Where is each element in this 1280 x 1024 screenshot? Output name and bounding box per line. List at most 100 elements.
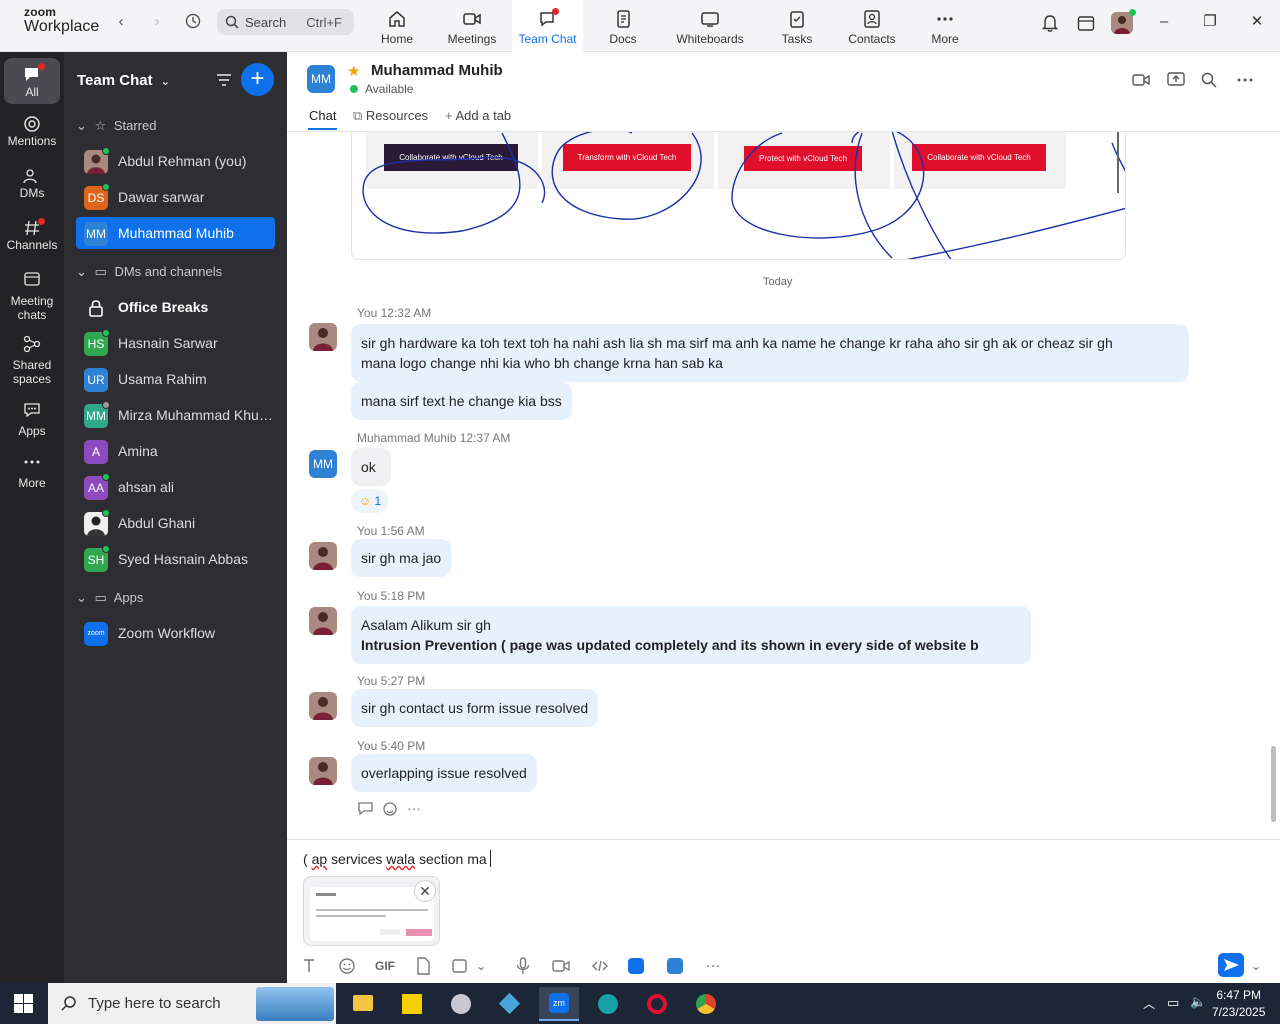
bell-icon[interactable] — [1039, 12, 1061, 34]
tab-tasks[interactable]: Tasks — [762, 0, 832, 52]
section-apps[interactable]: ⌄ ▭ Apps — [76, 590, 143, 606]
tray-chevron-up-icon[interactable]: ︿ — [1143, 995, 1155, 1012]
restore-icon[interactable]: ❐ — [1200, 12, 1220, 32]
sidebar-item-muhammad-muhib[interactable]: MM Muhammad Muhib — [76, 217, 275, 249]
video-message-icon[interactable] — [551, 956, 571, 976]
scrollbar-thumb[interactable] — [1271, 746, 1276, 822]
new-chat-button[interactable]: + — [241, 63, 274, 96]
rail-channels[interactable]: Channels — [4, 218, 60, 252]
taskbar-search[interactable]: Type here to search — [48, 983, 336, 1024]
rail-meeting-chats[interactable]: Meeting chats — [4, 270, 60, 322]
forward-arrow-icon[interactable]: › — [147, 12, 167, 32]
zoom-taskbar-icon[interactable]: zm — [539, 987, 579, 1021]
message-bubble[interactable]: Asalam Alikum sir gh Intrusion Preventio… — [351, 606, 1031, 664]
rail-mentions[interactable]: Mentions — [4, 114, 60, 148]
star-filled-icon[interactable]: ★ — [347, 62, 360, 80]
section-starred[interactable]: ⌄ ☆ Starred — [76, 118, 156, 134]
network-icon[interactable]: ▭ — [1167, 995, 1179, 1011]
windows-start-icon[interactable] — [14, 994, 33, 1013]
emoji-icon[interactable] — [337, 956, 357, 976]
app-shortcut-icon[interactable] — [628, 958, 644, 974]
sticky-notes-icon[interactable] — [392, 987, 432, 1021]
calendar-icon[interactable] — [1075, 12, 1097, 34]
tab-contacts[interactable]: Contacts — [837, 0, 907, 52]
sidebar-item-office-breaks[interactable]: Office Breaks — [76, 291, 275, 323]
close-icon[interactable]: ✕ — [1247, 12, 1267, 32]
text-format-icon[interactable] — [299, 956, 319, 976]
sidebar-item-mirza-muhammad[interactable]: MM Mirza Muhammad Khur... — [76, 399, 275, 431]
gif-button[interactable]: GIF — [373, 956, 397, 976]
rail-shared-spaces[interactable]: Shared spaces — [4, 334, 60, 386]
tab-resources[interactable]: ⧉ Resources — [353, 108, 428, 124]
rail-dms[interactable]: DMs — [4, 166, 60, 200]
opera-browser-icon[interactable] — [637, 987, 677, 1021]
tab-home[interactable]: Home — [362, 0, 432, 52]
contact-name[interactable]: Muhammad Muhib — [371, 62, 503, 79]
screenshot-icon[interactable] — [450, 956, 470, 976]
sidebar-item-zoom-workflow[interactable]: zoom Zoom Workflow — [76, 617, 275, 649]
sender-avatar[interactable] — [309, 757, 337, 785]
tab-chat[interactable]: Chat — [307, 108, 338, 130]
app-shortcut-icon-2[interactable] — [667, 958, 683, 974]
sender-avatar[interactable]: MM — [309, 450, 337, 478]
rail-more[interactable]: More — [4, 452, 60, 490]
tab-add-a-tab[interactable]: + Add a tab — [445, 108, 511, 123]
chevron-down-icon[interactable]: ⌄ — [1249, 956, 1263, 976]
message-bubble[interactable]: ok — [351, 448, 391, 486]
app-icon[interactable] — [441, 987, 481, 1021]
volume-icon[interactable]: 🔈 — [1190, 994, 1206, 1010]
sender-avatar[interactable] — [309, 607, 337, 635]
team-chat-title[interactable]: Team Chat ⌄ — [77, 72, 170, 89]
taskbar-clock[interactable]: 6:47 PM 7/23/2025 — [1212, 987, 1265, 1021]
search-icon[interactable] — [1199, 70, 1219, 90]
sidebar-item-ahsan-ali[interactable]: AA ahsan ali — [76, 471, 275, 503]
back-arrow-icon[interactable]: ‹ — [111, 12, 131, 32]
file-explorer-icon[interactable] — [343, 987, 383, 1021]
microphone-icon[interactable] — [513, 956, 533, 976]
reply-thread-icon[interactable] — [357, 800, 375, 818]
sender-avatar[interactable] — [309, 323, 337, 351]
file-attach-icon[interactable] — [413, 956, 433, 976]
section-dms-and-channels[interactable]: ⌄ ▭ DMs and channels — [76, 264, 222, 280]
sidebar-item-abdul-rehman[interactable]: Abdul Rehman (you) — [76, 145, 275, 177]
more-actions-icon[interactable]: ··· — [407, 800, 421, 816]
history-icon[interactable] — [183, 12, 203, 32]
filter-icon[interactable] — [214, 70, 234, 90]
sender-avatar[interactable] — [309, 692, 337, 720]
sidebar-item-abdul-ghani[interactable]: Abdul Ghani — [76, 507, 275, 539]
video-call-icon[interactable] — [1131, 70, 1151, 90]
shared-image-message[interactable]: Collaborate with vCloud Tech Transform w… — [351, 132, 1126, 260]
more-horizontal-icon[interactable]: ··· — [703, 956, 723, 976]
sidebar-item-amina[interactable]: A Amina — [76, 435, 275, 467]
app-diamond-icon[interactable] — [490, 987, 530, 1021]
sender-avatar[interactable] — [309, 542, 337, 570]
sidebar-item-dawar-sarwar[interactable]: DS Dawar sarwar — [76, 181, 275, 213]
message-bubble[interactable]: sir gh hardware ka toh text toh ha nahi … — [351, 324, 1189, 382]
send-button[interactable] — [1218, 953, 1244, 977]
message-bubble[interactable]: sir gh contact us form issue resolved — [351, 689, 599, 727]
search-box[interactable]: Search Ctrl+F — [217, 9, 354, 35]
sidebar-item-hasnain-sarwar[interactable]: HS Hasnain Sarwar — [76, 327, 275, 359]
tab-more[interactable]: More — [910, 0, 980, 52]
message-composer[interactable]: ( ap services wala section ma ✕ GIF ⌄ ··… — [287, 839, 1280, 983]
add-reaction-icon[interactable] — [382, 800, 400, 818]
sidebar-item-syed-hasnain-abbas[interactable]: SH Syed Hasnain Abbas — [76, 543, 275, 575]
contact-avatar[interactable]: MM — [307, 65, 335, 93]
rail-apps[interactable]: Apps — [4, 400, 60, 438]
message-bubble[interactable]: sir gh ma jao — [351, 539, 452, 577]
minimize-icon[interactable]: – — [1154, 12, 1174, 32]
sidebar-item-usama-rahim[interactable]: UR Usama Rahim — [76, 363, 275, 395]
edge-browser-icon[interactable] — [588, 987, 628, 1021]
reaction-pill[interactable]: ☺ 1 — [351, 489, 389, 513]
tab-whiteboards[interactable]: Whiteboards — [668, 0, 752, 52]
share-screen-icon[interactable] — [1166, 70, 1186, 90]
attachment-thumbnail[interactable]: ✕ — [303, 876, 440, 946]
tab-meetings[interactable]: Meetings — [437, 0, 507, 52]
rail-all[interactable]: All — [4, 58, 60, 104]
close-icon[interactable]: ✕ — [414, 880, 436, 902]
composer-input[interactable]: ( ap services wala section ma — [303, 850, 491, 867]
code-snippet-icon[interactable] — [590, 956, 610, 976]
message-bubble[interactable]: overlapping issue resolved — [351, 754, 537, 792]
more-horizontal-icon[interactable] — [1235, 70, 1255, 90]
tab-docs[interactable]: Docs — [588, 0, 658, 52]
